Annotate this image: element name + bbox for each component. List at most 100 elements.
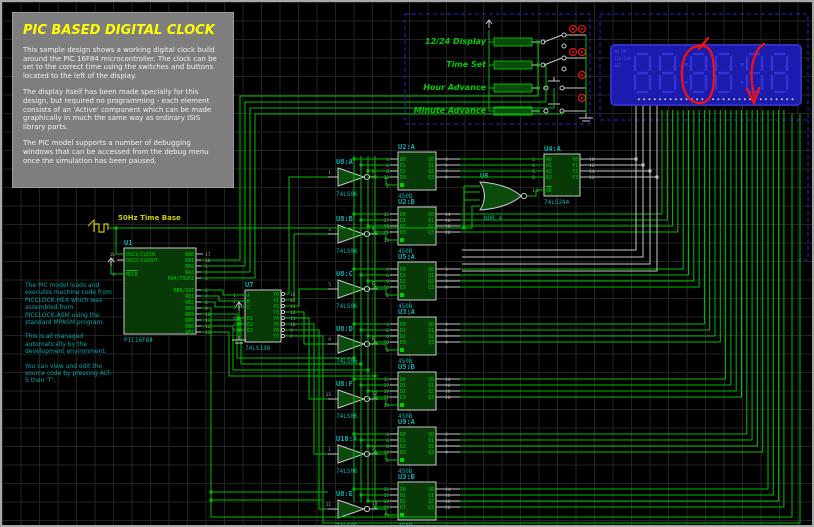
schematic-layer: U1PIC16F8416OSC1/CLKIN15OSC2/CLKOUT4MCLR… (2, 2, 812, 525)
pin-label: RB3 (185, 306, 194, 312)
wire (526, 190, 544, 196)
label: 3 (445, 322, 448, 328)
pin-label: Q2 (428, 169, 434, 175)
gate-u8a[interactable] (338, 168, 364, 186)
label: 7 (445, 444, 448, 450)
gate-u6-nor[interactable] (480, 182, 521, 210)
resistor[interactable] (494, 84, 532, 92)
display-pin-dot (638, 99, 640, 101)
pin-label: D3 (400, 285, 406, 291)
label: 13 (205, 330, 211, 336)
pin-label: RA1 (185, 258, 194, 264)
gate-u8f[interactable] (338, 390, 364, 408)
pin-label: A3 (546, 175, 552, 181)
label: 6 (386, 163, 389, 169)
junction-dot (238, 317, 241, 320)
strobe-pin-marker (400, 458, 404, 462)
colon-dot (741, 63, 744, 66)
chip-type-label: PIC16F84 (124, 337, 153, 344)
label: 8 (532, 175, 535, 181)
label: 6 (386, 438, 389, 444)
pin-label: A (247, 293, 250, 299)
pin-label: Y5 (273, 322, 279, 328)
junction-dot (353, 378, 356, 381)
wire (460, 110, 784, 507)
pin-label: Q0 (428, 377, 434, 383)
label: 13 (290, 304, 296, 310)
gate-u8c[interactable] (338, 280, 364, 298)
label: 17 (384, 493, 390, 499)
label: 6 (233, 316, 236, 322)
label: 10 (290, 322, 296, 328)
pin-label: D0 (400, 487, 406, 493)
pin-label: Q1 (428, 328, 434, 334)
chip-ref-label: U1 (124, 239, 132, 247)
display-pin-dot (696, 99, 698, 101)
display-pin-dot (776, 99, 778, 101)
display-pin-dot (665, 99, 667, 101)
label: 12 (589, 175, 595, 181)
pin-label: Y6 (273, 328, 279, 334)
gate-type-label: 74LS06 (336, 248, 358, 255)
gate-u10a[interactable] (338, 445, 364, 463)
pin-label: Q0 (428, 322, 434, 328)
pin-label: D3 (400, 340, 406, 346)
gate-ref-label: U8:D (336, 325, 353, 333)
label: 6 (386, 328, 389, 334)
label: 9 (290, 328, 293, 334)
label: 18 (445, 389, 451, 395)
label: 18 (445, 499, 451, 505)
junction-dot (367, 335, 370, 338)
junction-dot (353, 433, 356, 436)
pin-label: D1 (400, 218, 406, 224)
gate-type-label: NOR_4 (484, 215, 502, 222)
button-contact (560, 86, 564, 90)
label: 9 (445, 175, 448, 181)
gate-type-label: 74LS06 (336, 303, 358, 310)
pin-label: Q0 (428, 267, 434, 273)
gate-u8d[interactable] (338, 335, 364, 353)
label: 3 (233, 305, 236, 311)
pin-label: RB1 (185, 294, 194, 300)
toggle-actuator-dot (572, 51, 574, 53)
label: 17 (384, 218, 390, 224)
pin-label: D1 (400, 493, 406, 499)
display-pin-dot (649, 99, 651, 101)
pin-label: D0 (400, 212, 406, 218)
junction-dot (238, 323, 241, 326)
pin-label: Q3 (428, 285, 434, 291)
label: 1 (233, 293, 236, 299)
wire (285, 177, 328, 294)
junction-dot (656, 176, 659, 179)
wire (460, 110, 726, 379)
label: 6 (532, 169, 535, 175)
gate-ref-label: U8:F (336, 380, 353, 388)
resistor[interactable] (494, 38, 532, 46)
junction-dot (367, 170, 370, 173)
wire (460, 110, 757, 446)
label: 8 (386, 334, 389, 340)
resistor[interactable] (494, 61, 532, 69)
label: 1 (328, 170, 331, 176)
label: 9 (205, 306, 208, 312)
pin-label: RB0/INT (174, 288, 194, 294)
pin-label: RB7 (185, 330, 194, 336)
label: 11 (290, 316, 296, 322)
display-pin-dot (723, 99, 725, 101)
chip-ref-label: U7 (245, 281, 253, 289)
pin-label: D0 (400, 157, 406, 163)
inversion-bubble (281, 310, 284, 313)
inversion-bubble (281, 328, 284, 331)
chip-ref-label: U3:B (398, 473, 415, 481)
inversion-bubble (364, 506, 369, 511)
schematic-canvas: PIC BASED DIGITAL CLOCK This sample desi… (0, 0, 814, 527)
colon-dot (685, 81, 688, 84)
junction-dot (210, 499, 213, 502)
pin-label: Q1 (428, 438, 434, 444)
pin-label: A1 (546, 163, 552, 169)
pin-label: E3 (247, 328, 253, 334)
label: 3 (445, 267, 448, 273)
display-pin-dot (781, 99, 783, 101)
inversion-bubble (364, 286, 369, 291)
gate-u8e[interactable] (338, 500, 364, 518)
